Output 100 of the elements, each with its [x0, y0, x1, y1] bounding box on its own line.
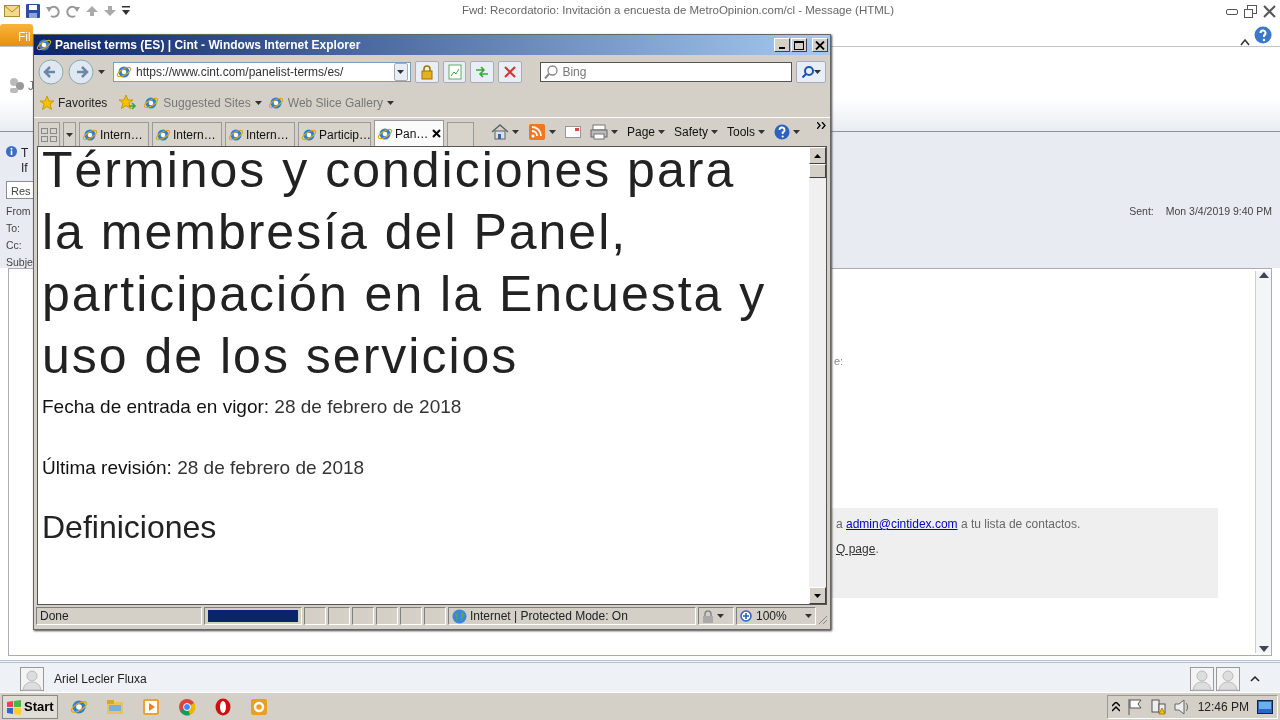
scroll-down-icon[interactable]	[1258, 645, 1269, 653]
minimize-button[interactable]	[774, 38, 790, 52]
refresh-icon	[474, 63, 491, 80]
status-panel	[400, 607, 422, 625]
caret-icon	[658, 130, 665, 134]
more-icon[interactable]	[817, 122, 827, 129]
caret-icon	[254, 100, 262, 105]
home-icon	[490, 124, 509, 140]
help-button[interactable]	[774, 124, 801, 140]
faq-text: Q page.	[836, 541, 880, 558]
resize-grip-icon[interactable]	[818, 615, 828, 625]
lock-button[interactable]	[414, 60, 439, 83]
browser-tab[interactable]: Intern…	[224, 122, 295, 146]
redo-icon[interactable]	[66, 4, 80, 18]
forward-icon[interactable]	[68, 58, 94, 85]
menu-button[interactable]: Page	[626, 123, 665, 141]
collapse-ribbon-icon[interactable]	[1240, 38, 1250, 46]
restore-icon[interactable]	[1244, 4, 1257, 18]
undo-icon[interactable]	[46, 4, 60, 18]
browser-logo-icon	[36, 37, 52, 53]
security-button[interactable]	[698, 607, 734, 625]
help-icon	[774, 124, 791, 140]
address-bar[interactable]: https://www.cint.com/panelist-terms/es/	[113, 61, 411, 82]
date-text: Última revisión: 28 de febrero de 2018	[42, 455, 366, 480]
tab-list-button[interactable]	[63, 122, 76, 146]
scroll-down-icon[interactable]	[814, 593, 821, 598]
print-button[interactable]	[589, 124, 618, 140]
window-title: Panelist terms (ES) | Cint - Windows Internet Explorer	[55, 37, 362, 54]
caret-icon	[813, 69, 821, 74]
close-icon[interactable]	[431, 129, 441, 138]
media-player-icon[interactable]	[141, 697, 160, 716]
minimize-icon[interactable]	[1226, 6, 1238, 16]
browser-tab[interactable]: Intern…	[79, 122, 149, 146]
refresh-button[interactable]	[470, 60, 495, 83]
status-panel	[304, 607, 326, 625]
people-icon[interactable]	[8, 77, 26, 93]
search-icon	[801, 65, 814, 78]
field-label: From	[6, 203, 31, 219]
mail-button[interactable]	[564, 126, 581, 138]
feed-icon	[527, 124, 546, 140]
close-icon	[815, 40, 825, 50]
status-panel	[424, 607, 446, 625]
stop-icon	[502, 63, 519, 80]
window-title: Fwd: Recordatorio: Invitación a encuesta de MetroOpinion.com/cl - Message (HTML)	[460, 3, 896, 19]
search-button[interactable]	[796, 60, 826, 83]
status-panel	[376, 607, 398, 625]
show-desktop-icon[interactable]	[1257, 699, 1273, 714]
save-icon[interactable]	[26, 4, 40, 18]
network-warning-icon[interactable]	[1149, 698, 1166, 715]
history-caret-icon	[98, 69, 105, 74]
chrome-logo-icon[interactable]	[177, 697, 196, 716]
scrollbar[interactable]	[809, 147, 826, 604]
scroll-thumb[interactable]	[809, 164, 826, 178]
field-label: Sent:	[1129, 203, 1154, 219]
favorites-button[interactable]: Favorites	[40, 93, 108, 112]
show-hidden-icon[interactable]	[1111, 701, 1120, 712]
minimize-icon	[779, 47, 785, 49]
flag-icon[interactable]	[1127, 698, 1142, 715]
info-text: T	[21, 146, 29, 161]
browser-tab[interactable]: Particip…	[297, 122, 371, 146]
scrollbar[interactable]	[1255, 271, 1271, 653]
browser-tab[interactable]: Intern…	[152, 122, 222, 146]
menu-button[interactable]: Safety	[674, 123, 718, 141]
maximize-button[interactable]	[791, 38, 807, 52]
caret-icon	[793, 130, 801, 134]
response-field: Res	[6, 181, 33, 199]
zoom-button[interactable]: 100%	[736, 607, 816, 625]
scroll-up-icon[interactable]	[814, 153, 821, 158]
section-heading: Definiciones	[42, 508, 218, 547]
caret-icon	[805, 614, 812, 618]
expand-icon[interactable]	[1250, 675, 1260, 682]
search-input[interactable]: Bing	[562, 63, 789, 80]
stop-button[interactable]	[498, 60, 523, 83]
ribbon-label: J	[28, 78, 34, 95]
customize-icon[interactable]	[122, 6, 130, 16]
zoom-icon	[740, 609, 753, 623]
close-icon[interactable]	[1263, 4, 1276, 18]
clock: 12:46 PM	[1197, 698, 1249, 716]
feed-button[interactable]	[527, 124, 556, 140]
caret-icon	[511, 130, 519, 134]
scroll-up-icon[interactable]	[1258, 271, 1269, 279]
info-icon	[6, 146, 17, 157]
print-icon	[589, 124, 608, 140]
browser-tab[interactable]: Pan…	[373, 120, 444, 146]
caret-icon	[717, 614, 724, 618]
back-icon[interactable]	[38, 58, 64, 85]
body-text: e:	[834, 354, 844, 369]
opera-logo-icon[interactable]	[213, 697, 232, 716]
help-icon[interactable]	[1254, 26, 1272, 44]
menu-button[interactable]: Tools	[727, 123, 766, 141]
lock-icon	[418, 63, 435, 80]
date-text: Fecha de entrada en vigor: 28 de febrero de 2018	[42, 395, 463, 419]
caret-icon	[711, 130, 718, 134]
start-button[interactable]: Start	[2, 694, 58, 719]
email-link[interactable]: admin@cintidex.com	[846, 517, 958, 531]
volume-icon[interactable]	[1173, 698, 1190, 715]
search-field[interactable]: Bing	[540, 61, 793, 82]
close-button[interactable]	[812, 38, 828, 52]
home-button[interactable]	[490, 124, 519, 140]
dropdown-button[interactable]	[393, 62, 408, 81]
